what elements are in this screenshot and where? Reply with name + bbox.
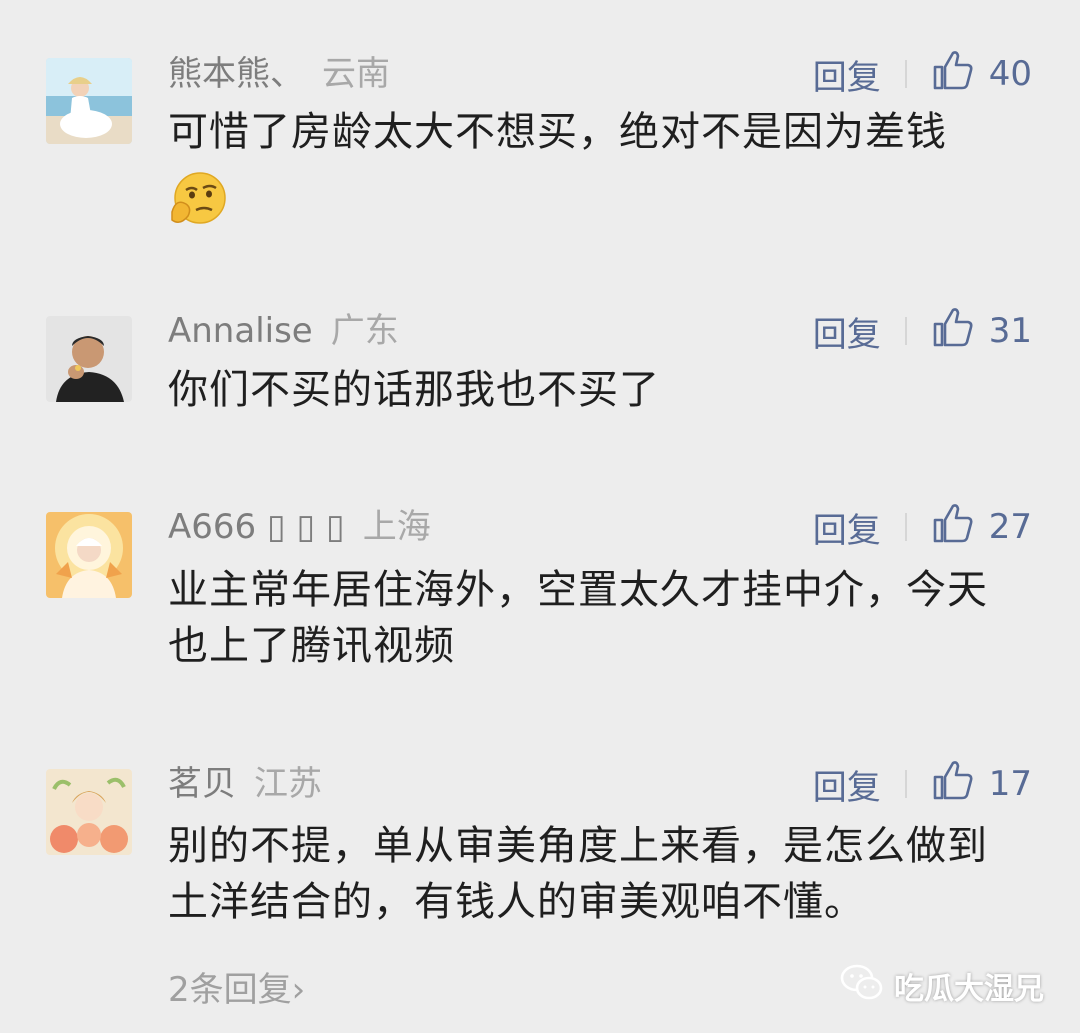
nickname[interactable]: A666 ▯ ▯ ▯ <box>168 507 345 547</box>
location-label: 上海 <box>362 507 431 547</box>
comment-header: Annalise 广东 <box>168 311 399 351</box>
comment-actions: 回复 17 <box>813 760 1032 808</box>
location-label: 云南 <box>322 54 390 94</box>
nickname[interactable]: 茗贝 <box>168 764 236 804</box>
comment-text: 业主常年居住海外，空置太久才挂中介，今天也上了腾讯视频 <box>168 567 988 669</box>
reply-button[interactable]: 回复 <box>813 760 881 809</box>
nickname[interactable]: Annalise <box>168 311 313 351</box>
comment-header: 熊本熊、 云南 <box>168 54 390 94</box>
reply-button[interactable]: 回复 <box>813 50 881 99</box>
like-count: 40 <box>988 54 1032 94</box>
divider <box>904 770 907 798</box>
reply-button[interactable]: 回复 <box>813 307 881 356</box>
thumbs-up-icon <box>931 305 975 358</box>
like-button[interactable]: 40 <box>931 48 1032 101</box>
avatar[interactable] <box>46 769 132 855</box>
comment-text: 别的不提，单从审美角度上来看，是怎么做到土洋结合的，有钱人的审美观咱不懂。 <box>168 823 988 925</box>
more-replies-link[interactable]: 2条回复› <box>168 962 305 1011</box>
location-label: 江苏 <box>254 764 322 804</box>
divider <box>904 513 907 541</box>
comment-list: 熊本熊、 云南 回复 40 可惜了房龄太大不想买，绝对不是因为差钱 Annali… <box>0 0 1080 1033</box>
like-button[interactable]: 31 <box>931 305 1032 358</box>
comment-text: 你们不买的话那我也不买了 <box>168 367 660 413</box>
avatar[interactable] <box>46 58 132 144</box>
divider <box>904 317 907 345</box>
comment-actions: 回复 31 <box>813 307 1032 355</box>
nickname[interactable]: 熊本熊、 <box>168 54 304 94</box>
avatar[interactable] <box>46 316 132 402</box>
watermark-text: 吃瓜大湿兄 <box>894 972 1044 1007</box>
chevron-right-icon: › <box>291 970 306 1010</box>
like-button[interactable]: 27 <box>931 501 1032 554</box>
comment-header: 茗贝 江苏 <box>168 764 322 804</box>
thumbs-up-icon <box>931 501 975 554</box>
thinking-emoji-icon <box>166 168 228 230</box>
avatar[interactable] <box>46 512 132 598</box>
like-count: 31 <box>988 311 1032 351</box>
reply-button[interactable]: 回复 <box>813 503 881 552</box>
divider <box>904 60 907 88</box>
comment-actions: 回复 27 <box>813 503 1032 551</box>
comment-text: 可惜了房龄太大不想买，绝对不是因为差钱 <box>168 109 947 155</box>
like-count: 27 <box>988 507 1032 547</box>
comment-actions: 回复 40 <box>813 50 1032 98</box>
wechat-icon <box>840 962 894 1010</box>
watermark: 吃瓜大湿兄 <box>840 962 1044 1010</box>
more-replies-label: 2条回复 <box>168 970 292 1010</box>
thumbs-up-icon <box>931 758 975 811</box>
comment-header: A666 ▯ ▯ ▯ 上海 <box>168 507 431 547</box>
like-button[interactable]: 17 <box>931 758 1032 811</box>
thumbs-up-icon <box>931 48 975 101</box>
location-label: 广东 <box>330 311 399 351</box>
like-count: 17 <box>988 764 1032 804</box>
